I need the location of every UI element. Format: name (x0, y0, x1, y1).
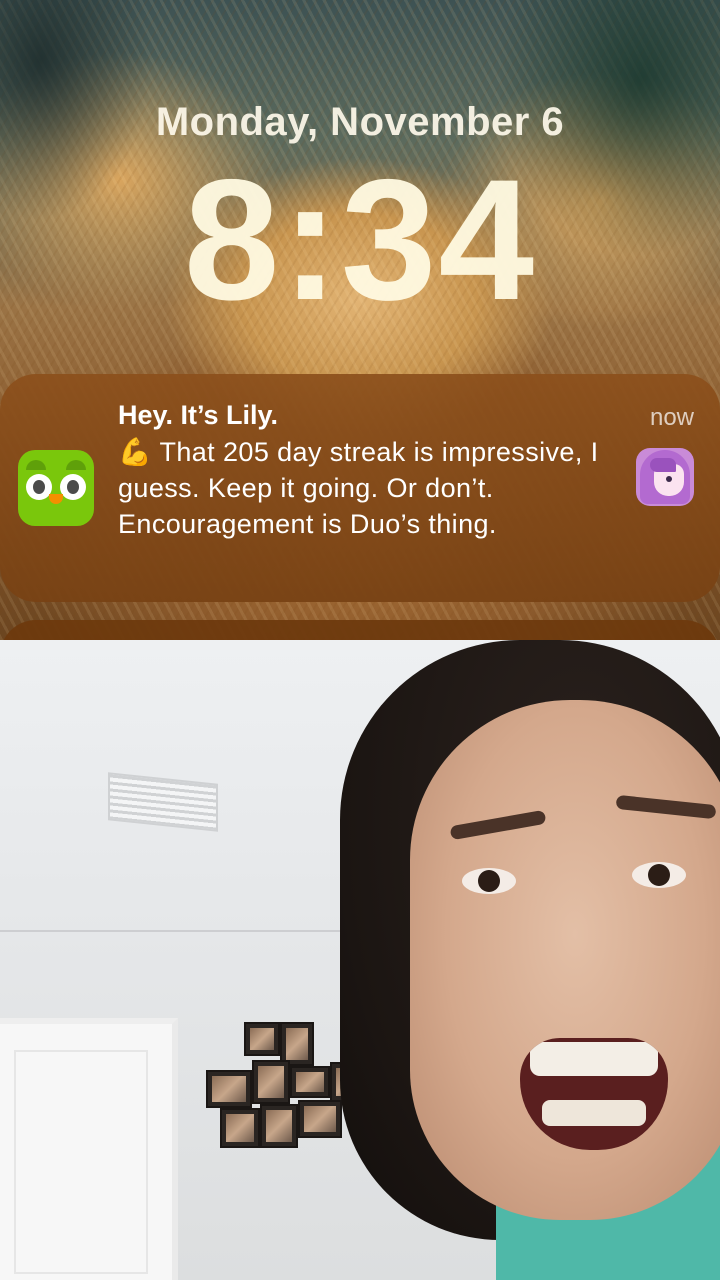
person-eye-right (632, 862, 686, 888)
duolingo-owl-icon (18, 450, 94, 526)
person-eye-left (462, 868, 516, 894)
owl-beak (49, 494, 63, 504)
notification-timestamp: now (649, 404, 694, 431)
ceiling-vent (108, 772, 218, 832)
notification-banner[interactable]: Hey. It’s Lily. now 💪 That 205 day strea… (0, 374, 720, 602)
owl-tuft-right (66, 460, 86, 470)
notification-title: Hey. It’s Lily. (118, 400, 279, 430)
flexed-biceps-icon: 💪 (118, 437, 153, 467)
notification-body-text: That 205 day streak is impressive, I gue… (118, 437, 599, 539)
video-frame (0, 640, 720, 1280)
notification-body: 💪 That 205 day streak is impressive, I g… (118, 434, 608, 542)
lock-screen-date: Monday, November 6 (155, 100, 565, 144)
person (300, 640, 720, 1280)
lily-avatar-icon (636, 448, 694, 506)
owl-eye-right (60, 474, 86, 500)
lock-screen-time: 8:34 (183, 144, 537, 336)
owl-tuft-left (26, 460, 46, 470)
door (0, 1018, 178, 1280)
